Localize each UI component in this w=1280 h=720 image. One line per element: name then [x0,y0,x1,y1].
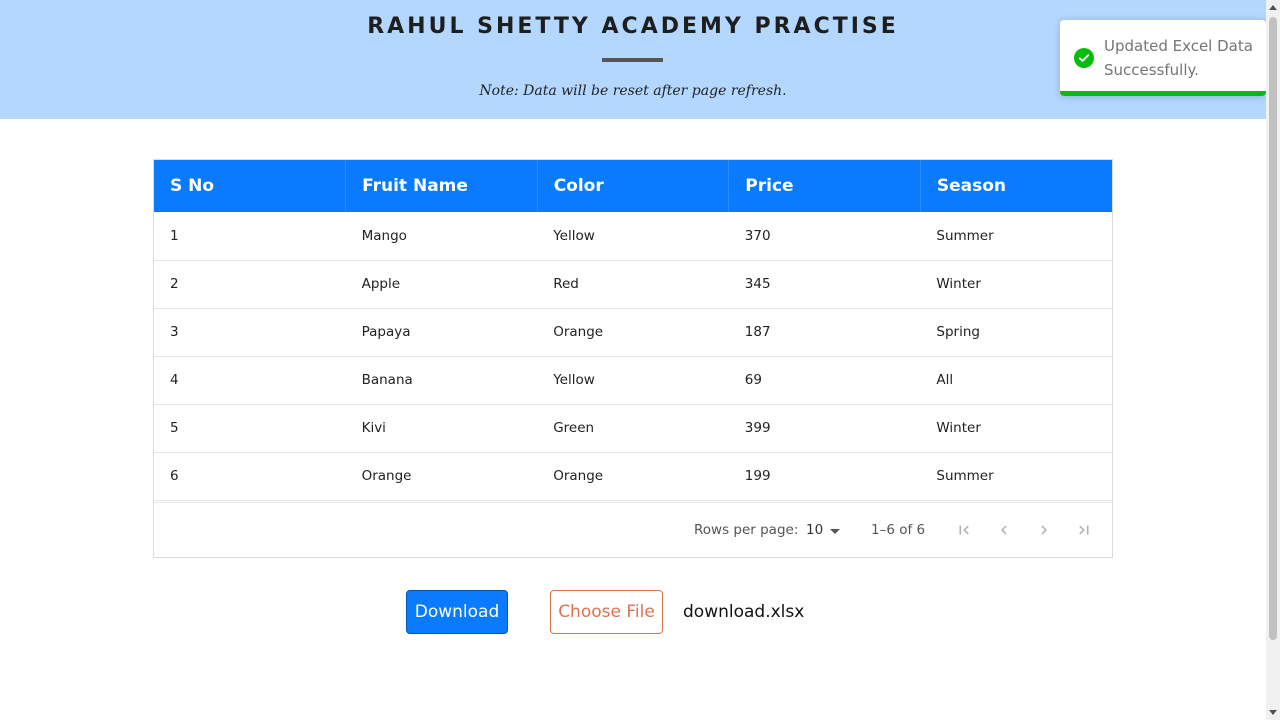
chevron-down-icon[interactable] [830,529,840,534]
cell-sno: 2 [170,276,179,292]
cell-sno: 6 [170,468,179,484]
pagination-range: 1–6 of 6 [871,522,926,538]
page-scrollbar[interactable] [1266,0,1280,720]
check-circle-icon [1074,48,1094,68]
table-pagination: Rows per page: 10 1–6 of 6 [154,502,1112,558]
column-header-price[interactable]: Price [728,160,921,212]
cell-fruit-name: Papaya [361,324,411,340]
selected-file-name: download.xlsx [683,602,805,622]
scrollbar-thumb[interactable] [1269,17,1277,640]
choose-file-button[interactable]: Choose File [550,590,663,634]
column-header-fruit-name[interactable]: Fruit Name [345,160,538,212]
table-header-row: S No Fruit Name Color Price Season [154,160,1112,212]
rows-per-page-select[interactable]: 10 [806,522,823,538]
cell-price: 345 [744,276,771,292]
cell-fruit-name: Mango [361,227,407,244]
cell-color: Green [553,420,595,436]
cell-season: Summer [936,227,994,244]
file-actions: Download Choose File download.xlsx [0,589,1280,635]
table-row: 1 Mango Yellow 370 Summer [154,212,1112,260]
next-page-icon [1041,525,1047,535]
table-row: 4 Banana Yellow 69 All [154,356,1112,404]
cell-season: Winter [936,420,981,436]
cell-season: All [936,372,954,388]
table-row: 5 Kivi Green 399 Winter [154,404,1112,452]
column-header-sno[interactable]: S No [154,160,347,212]
toast-message: Updated Excel Data Successfully. [1104,37,1253,79]
cell-price: 187 [744,324,771,340]
cell-fruit-name: Orange [361,468,412,484]
title-divider [602,58,663,62]
cell-sno: 1 [170,227,179,244]
cell-color: Yellow [553,372,595,388]
last-page-button[interactable] [1071,517,1097,543]
cell-fruit-name: Apple [361,276,401,292]
cell-price: 199 [744,468,771,484]
download-button[interactable]: Download [406,590,508,634]
first-page-button[interactable] [951,517,977,543]
cell-sno: 5 [170,420,179,436]
table-row: 2 Apple Red 345 Winter [154,260,1112,308]
cell-color: Yellow [553,227,595,244]
cell-season: Winter [936,276,981,292]
cell-season: Summer [936,468,994,484]
table-row: 3 Papaya Orange 187 Spring [154,308,1112,356]
toast-progress-bar [1060,91,1266,96]
cell-color: Red [553,276,579,292]
cell-color: Orange [553,468,604,484]
cell-price: 69 [744,372,762,388]
fruits-table: S No Fruit Name Color Price Season 1 Man… [154,160,1112,501]
cell-color: Orange [553,324,604,340]
table-row: 6 Orange Orange 199 Summer [154,452,1112,500]
fruits-table-container: S No Fruit Name Color Price Season 1 Man… [153,159,1113,558]
cell-price: 370 [744,227,771,244]
prev-page-icon [1001,525,1007,535]
prev-page-button[interactable] [991,517,1017,543]
cell-fruit-name: Kivi [361,420,386,436]
cell-price: 399 [744,420,771,436]
column-header-season[interactable]: Season [920,160,1112,212]
cell-sno: 4 [170,372,179,388]
rows-per-page-label: Rows per page: [694,522,799,538]
cell-fruit-name: Banana [361,372,413,388]
success-toast[interactable]: Updated Excel Data Successfully. [1060,20,1266,96]
column-header-color[interactable]: Color [537,160,730,212]
next-page-button[interactable] [1031,517,1057,543]
scroll-down-icon[interactable] [1269,710,1277,715]
scroll-up-icon[interactable] [1269,5,1277,10]
cell-season: Spring [936,324,980,340]
last-page-icon [1079,525,1089,535]
cell-sno: 3 [170,324,179,340]
first-page-icon [959,525,969,535]
